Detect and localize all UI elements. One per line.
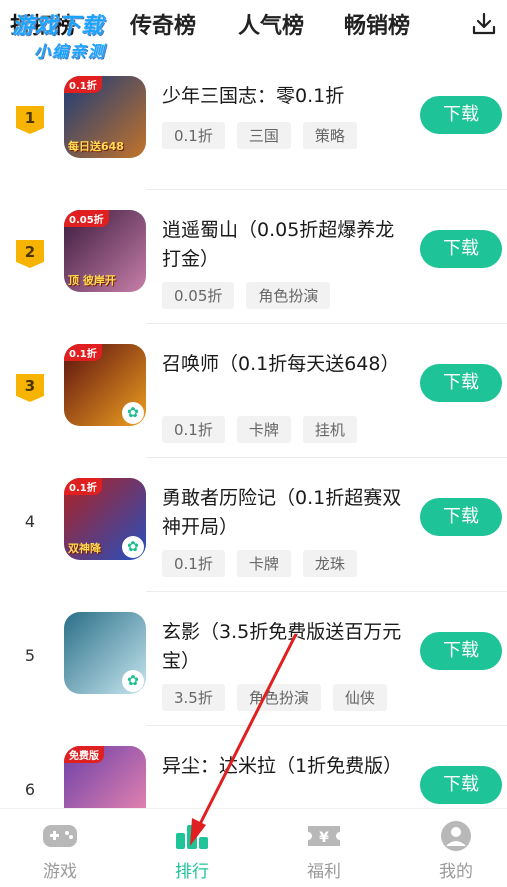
tag: 角色扮演 (246, 282, 331, 309)
tag-list: 0.05折 角色扮演 (162, 282, 331, 309)
tag: 角色扮演 (236, 684, 321, 711)
app-name[interactable]: 异尘：达米拉（1折免费版） (162, 752, 402, 781)
rank-badge: 3 (16, 374, 44, 402)
tag: 策略 (302, 122, 357, 149)
download-button[interactable]: 下载 (420, 230, 502, 268)
flower-badge-icon: ✿ (122, 670, 144, 692)
flower-badge-icon: ✿ (122, 536, 144, 558)
nav-ranking[interactable]: 排行 (147, 819, 237, 882)
download-icon[interactable] (470, 10, 498, 38)
rank-badge: 2 (16, 240, 44, 268)
tab-popular[interactable]: 人气榜 (238, 8, 304, 40)
download-button[interactable]: 下载 (420, 766, 502, 804)
ranking-row[interactable]: 1 0.1折 每日送648 少年三国志：零0.1折 0.1折 三国 策略 下载 (0, 56, 507, 190)
nav-profile[interactable]: 我的 (411, 819, 501, 882)
tag-list: 0.1折 卡牌 挂机 (162, 416, 357, 443)
ranking-row[interactable]: 2 0.05折 顶 彼岸开 逍遥蜀山（0.05折超爆养龙打金） 0.05折 角色… (0, 190, 507, 324)
tag: 龙珠 (302, 550, 357, 577)
icon-discount-tag: 0.1折 (64, 344, 102, 361)
ranking-list: 1 0.1折 每日送648 少年三国志：零0.1折 0.1折 三国 策略 下载 … (0, 56, 507, 860)
rank-number: 4 (24, 512, 36, 531)
download-button[interactable]: 下载 (420, 364, 502, 402)
nav-welfare[interactable]: ¥ 福利 (279, 819, 369, 882)
tag: 0.1折 (162, 416, 225, 443)
tag: 0.1折 (162, 550, 225, 577)
tab-legend[interactable]: 传奇榜 (130, 8, 196, 40)
rank-number: 6 (24, 780, 36, 799)
tag: 0.05折 (162, 282, 235, 309)
tag-list: 3.5折 角色扮演 仙侠 (162, 684, 387, 711)
download-button[interactable]: 下载 (420, 632, 502, 670)
icon-discount-tag: 0.05折 (64, 210, 109, 227)
tag: 3.5折 (162, 684, 225, 711)
download-button[interactable]: 下载 (420, 498, 502, 536)
app-name[interactable]: 玄影（3.5折免费版送百万元宝） (162, 618, 402, 676)
bottom-nav: 游戏 排行 ¥ 福利 我的 (0, 808, 507, 887)
svg-text:¥: ¥ (319, 830, 329, 846)
tab-discount[interactable]: 折扣榜 (10, 8, 76, 40)
gamepad-icon (43, 825, 77, 847)
tag: 三国 (236, 122, 291, 149)
flower-badge-icon: ✿ (122, 402, 144, 424)
icon-caption: 顶 彼岸开 (68, 274, 116, 287)
nav-label: 我的 (439, 862, 473, 882)
icon-caption: 双神降 (68, 542, 101, 555)
tag: 仙侠 (332, 684, 387, 711)
app-name[interactable]: 勇敢者历险记（0.1折超赛双神开局） (162, 484, 402, 542)
nav-label: 排行 (175, 862, 209, 882)
tag: 卡牌 (236, 550, 291, 577)
ranking-row[interactable]: 4 0.1折 双神降 ✿ 勇敢者历险记（0.1折超赛双神开局） 0.1折 卡牌 … (0, 458, 507, 592)
app-icon[interactable]: 0.1折 每日送648 (64, 76, 146, 158)
icon-discount-tag: 免费版 (64, 746, 104, 763)
nav-label: 福利 (307, 862, 341, 882)
user-icon (441, 821, 471, 851)
rank-number: 5 (24, 646, 36, 665)
icon-discount-tag: 0.1折 (64, 478, 102, 495)
tag-list: 0.1折 卡牌 龙珠 (162, 550, 357, 577)
tab-bestseller[interactable]: 畅销榜 (344, 8, 410, 40)
app-icon[interactable]: 0.05折 顶 彼岸开 (64, 210, 146, 292)
ranking-chart-icon (176, 825, 208, 849)
ranking-row[interactable]: 5 ✿ 玄影（3.5折免费版送百万元宝） 3.5折 角色扮演 仙侠 下载 (0, 592, 507, 726)
top-tab-bar: 折扣榜 传奇榜 人气榜 畅销榜 (0, 0, 507, 56)
app-name[interactable]: 逍遥蜀山（0.05折超爆养龙打金） (162, 216, 402, 274)
app-icon[interactable]: ✿ (64, 612, 146, 694)
tag: 卡牌 (236, 416, 291, 443)
tag: 挂机 (302, 416, 357, 443)
tag: 0.1折 (162, 122, 225, 149)
tag-list: 0.1折 三国 策略 (162, 122, 357, 149)
app-name[interactable]: 召唤师（0.1折每天送648） (162, 350, 402, 379)
icon-discount-tag: 0.1折 (64, 76, 102, 93)
download-button[interactable]: 下载 (420, 96, 502, 134)
app-name[interactable]: 少年三国志：零0.1折 (162, 82, 402, 111)
app-icon[interactable]: 0.1折 双神降 ✿ (64, 478, 146, 560)
ranking-row[interactable]: 3 0.1折 ✿ 召唤师（0.1折每天送648） 0.1折 卡牌 挂机 下载 (0, 324, 507, 458)
icon-caption: 每日送648 (68, 140, 124, 153)
nav-games[interactable]: 游戏 (15, 819, 105, 882)
yen-ticket-icon: ¥ (308, 826, 340, 846)
nav-label: 游戏 (43, 862, 77, 882)
app-icon[interactable]: 0.1折 ✿ (64, 344, 146, 426)
rank-badge: 1 (16, 106, 44, 134)
